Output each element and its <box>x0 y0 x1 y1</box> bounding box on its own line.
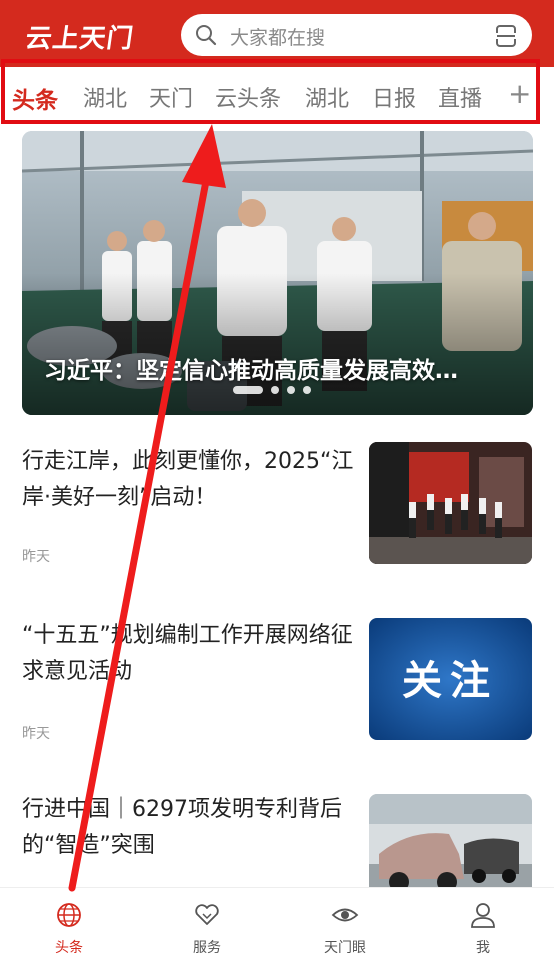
carousel-dot-active <box>233 386 263 394</box>
thumbnail-caption: 关注 <box>402 658 498 704</box>
nav-label: 天门眼 <box>324 940 366 956</box>
nav-tianmen-eye[interactable]: 天门眼 <box>276 888 414 960</box>
scan-icon[interactable] <box>494 24 518 48</box>
app-logo[interactable]: 云上天门 <box>23 18 136 55</box>
tab-cloud-headline[interactable]: 云头条 <box>215 81 281 113</box>
banner-title: 习近平：坚定信心推动高质量发展高效… <box>44 358 458 384</box>
nav-label: 我 <box>476 940 490 956</box>
add-channel-button[interactable]: + <box>508 77 531 110</box>
nav-label: 头条 <box>55 940 83 956</box>
nav-me[interactable]: 我 <box>414 888 552 960</box>
search-placeholder: 大家都在搜 <box>230 27 326 49</box>
channel-tabs: 头条 湖北 天门 云头条 湖北 日报 直播 + <box>0 67 554 129</box>
news-title: 行进中国｜6297项发明专利背后的“智造”突围 <box>22 797 342 858</box>
nav-headline[interactable]: 头条 <box>0 888 138 960</box>
news-thumbnail: 关注 <box>369 618 532 740</box>
news-time: 昨天 <box>22 726 50 742</box>
news-time: 昨天 <box>22 549 50 565</box>
tab-hubei[interactable]: 湖北 <box>83 81 127 113</box>
tab-live[interactable]: 直播 <box>438 81 482 113</box>
nav-service[interactable]: 服务 <box>138 888 276 960</box>
news-title: “十五五”规划编制工作开展网络征求意见活动 <box>22 623 353 684</box>
nav-label: 服务 <box>193 940 221 956</box>
app-header: 云上天门 大家都在搜 <box>0 0 554 67</box>
bottom-navigation: 头条 服务 天门眼 我 <box>0 887 554 960</box>
globe-icon <box>57 903 81 927</box>
headline-banner[interactable]: 习近平：坚定信心推动高质量发展高效… <box>22 131 533 415</box>
news-thumbnail-image <box>369 442 532 564</box>
news-item[interactable]: “十五五”规划编制工作开展网络征求意见活动 昨天 关注 <box>0 618 554 768</box>
news-item[interactable]: 行走江岸，此刻更懂你，2025“江岸·美好一刻”启动！ 昨天 <box>0 442 554 592</box>
tab-headline[interactable]: 头条 <box>12 81 58 115</box>
news-thumbnail-image: 关注 <box>369 618 532 740</box>
carousel-dot <box>271 386 279 394</box>
news-title: 行走江岸，此刻更懂你，2025“江岸·美好一刻”启动！ <box>22 449 354 510</box>
tab-daily[interactable]: 日报 <box>372 81 416 113</box>
carousel-dot <box>287 386 295 394</box>
tab-hubei-2[interactable]: 湖北 <box>305 81 349 113</box>
heart-icon <box>195 904 219 925</box>
carousel-dot <box>303 386 311 394</box>
search-icon <box>196 25 217 46</box>
news-thumbnail <box>369 442 532 564</box>
user-icon <box>471 903 495 928</box>
eye-icon <box>331 908 359 922</box>
tab-tianmen[interactable]: 天门 <box>149 81 193 113</box>
search-bar[interactable]: 大家都在搜 <box>181 14 532 56</box>
